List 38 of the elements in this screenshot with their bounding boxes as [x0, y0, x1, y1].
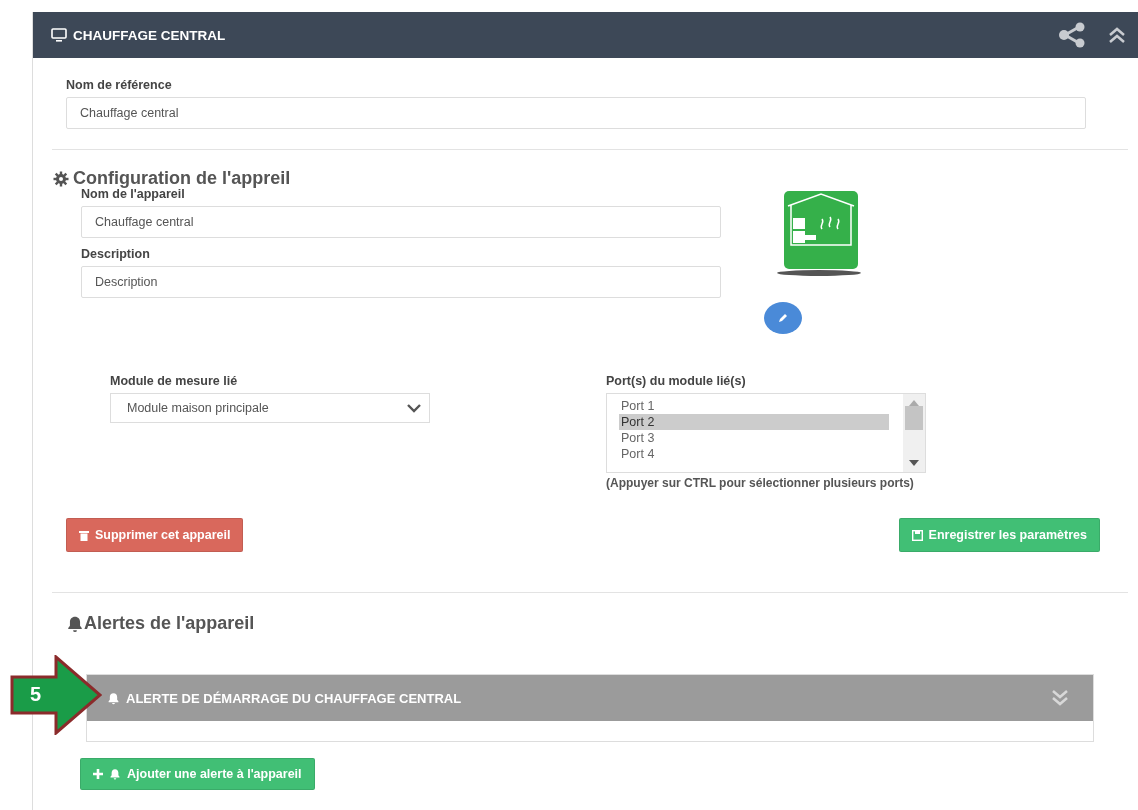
monitor-icon [51, 28, 67, 42]
description-field[interactable]: Description [81, 266, 721, 298]
section-heading: Configuration de l'appreil [73, 168, 291, 188]
field-label: Nom de référence [66, 78, 173, 92]
reference-name-field[interactable]: Chauffage central [66, 97, 1086, 129]
gear-icon [53, 170, 69, 187]
plus-icon [93, 769, 103, 779]
section-heading: Alertes de l'appareil [84, 613, 255, 634]
edit-button[interactable] [764, 302, 802, 334]
port-option[interactable]: Port 4 [619, 446, 889, 462]
expand-icon[interactable] [1051, 689, 1069, 707]
alert-title: ALERTE DE DÉMARRAGE DU CHAUFFAGE CENTRAL [126, 690, 463, 706]
ports-listbox[interactable]: Port 1 Port 2 Port 3 Port 4 [606, 393, 926, 473]
panel-title: CHAUFFAGE CENTRAL [73, 27, 227, 43]
callout-number: 5 [30, 683, 42, 706]
port-option[interactable]: Port 2 [619, 414, 889, 430]
field-label: Module de mesure lié [110, 374, 239, 388]
heating-device-icon [776, 191, 862, 277]
field-label: Description [81, 247, 151, 261]
pencil-icon [777, 312, 789, 324]
share-icon[interactable] [1058, 22, 1086, 48]
chevron-down-icon [407, 403, 421, 413]
floppy-icon [911, 529, 923, 541]
bell-icon [66, 614, 84, 633]
port-option[interactable]: Port 3 [619, 430, 889, 446]
port-option[interactable]: Port 1 [619, 398, 889, 414]
scroll-down-icon[interactable] [909, 460, 919, 466]
device-name-field[interactable]: Chauffage central [81, 206, 721, 238]
collapse-icon[interactable] [1108, 26, 1126, 44]
ports-hint: (Appuyer sur CTRL pour sélectionner plusieurs ports) [606, 476, 915, 490]
field-label: Port(s) du module lié(s) [606, 374, 747, 388]
trash-icon [79, 529, 89, 541]
bell-icon [107, 691, 120, 705]
module-select[interactable]: Module maison principale [110, 393, 430, 423]
delete-button[interactable]: Supprimer cet appareil [66, 518, 244, 552]
scrollbar[interactable] [903, 394, 925, 472]
bell-icon [109, 768, 121, 780]
field-label: Nom de l'appareil [81, 187, 185, 201]
